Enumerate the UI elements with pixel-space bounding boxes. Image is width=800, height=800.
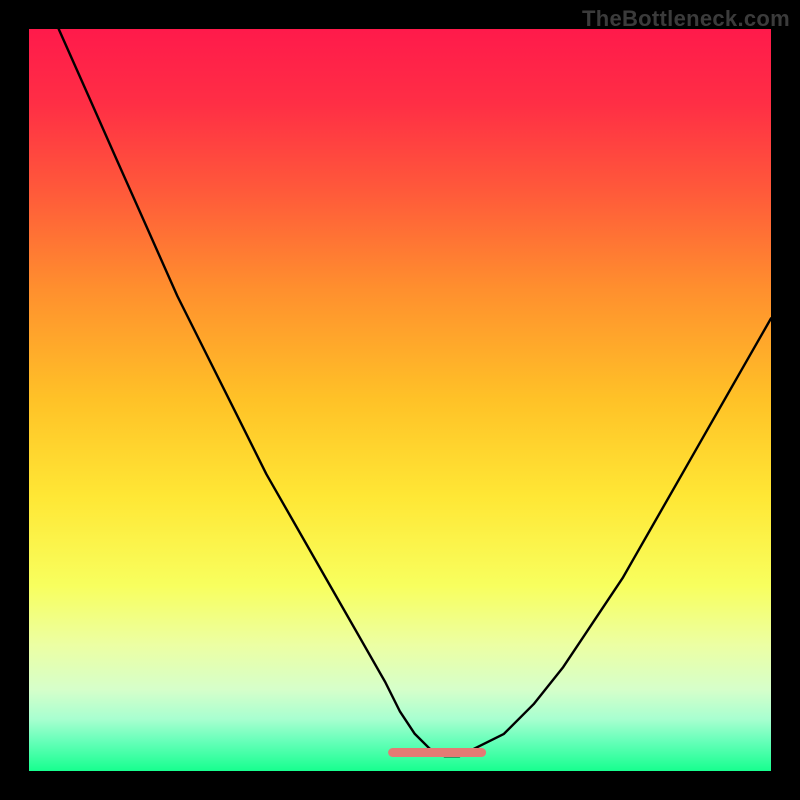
chart-frame: TheBottleneck.com — [0, 0, 800, 800]
watermark-text: TheBottleneck.com — [582, 6, 790, 32]
plot-area — [29, 29, 771, 771]
curve-layer — [29, 29, 771, 771]
bottleneck-curve — [59, 29, 771, 756]
